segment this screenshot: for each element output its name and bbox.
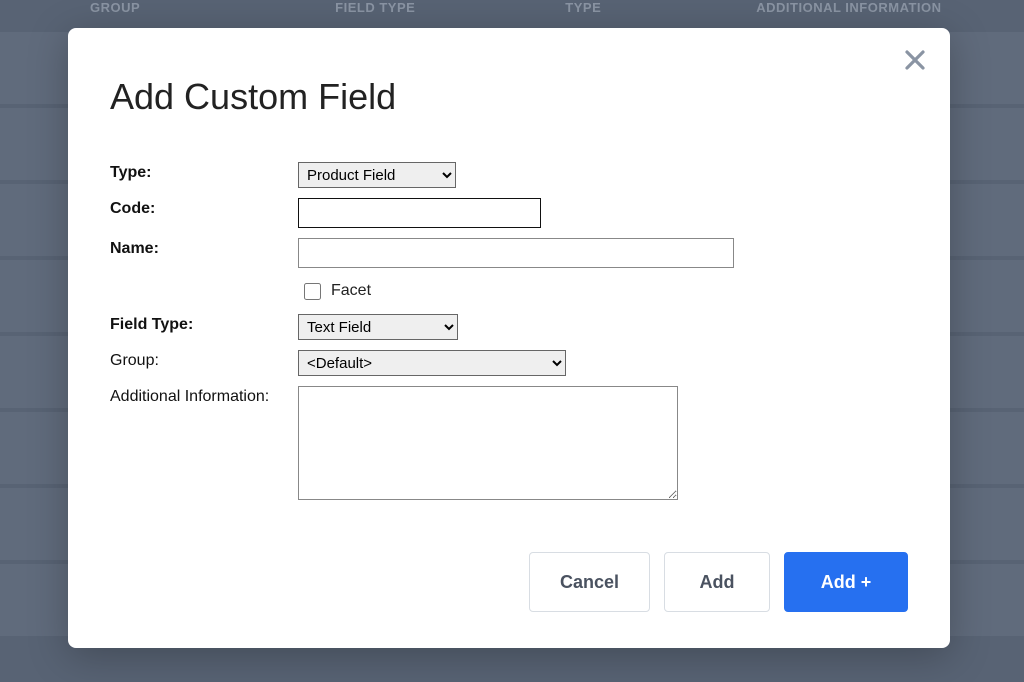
modal-title: Add Custom Field [110,76,908,118]
fieldtype-select[interactable]: Text Field [298,314,458,340]
additional-info-textarea[interactable] [298,386,678,500]
code-input[interactable] [298,198,541,228]
modal-backdrop: Add Custom Field Type: Product Field Cod… [0,0,1024,682]
label-facet: Facet [331,282,371,300]
close-icon[interactable] [904,48,926,76]
label-group: Group: [110,350,298,370]
cancel-button[interactable]: Cancel [529,552,650,612]
type-select[interactable]: Product Field [298,162,456,188]
group-select[interactable]: <Default> [298,350,566,376]
label-name: Name: [110,238,298,258]
form: Type: Product Field Code: Name: Facet Fi… [110,162,908,505]
label-code: Code: [110,198,298,218]
modal-footer: Cancel Add Add + [529,552,908,612]
name-input[interactable] [298,238,734,268]
add-plus-button[interactable]: Add + [784,552,908,612]
label-fieldtype: Field Type: [110,314,298,334]
label-type: Type: [110,162,298,182]
label-addinfo: Additional Information: [110,386,298,406]
facet-checkbox[interactable] [304,283,321,300]
add-button[interactable]: Add [664,552,770,612]
add-custom-field-modal: Add Custom Field Type: Product Field Cod… [68,28,950,648]
